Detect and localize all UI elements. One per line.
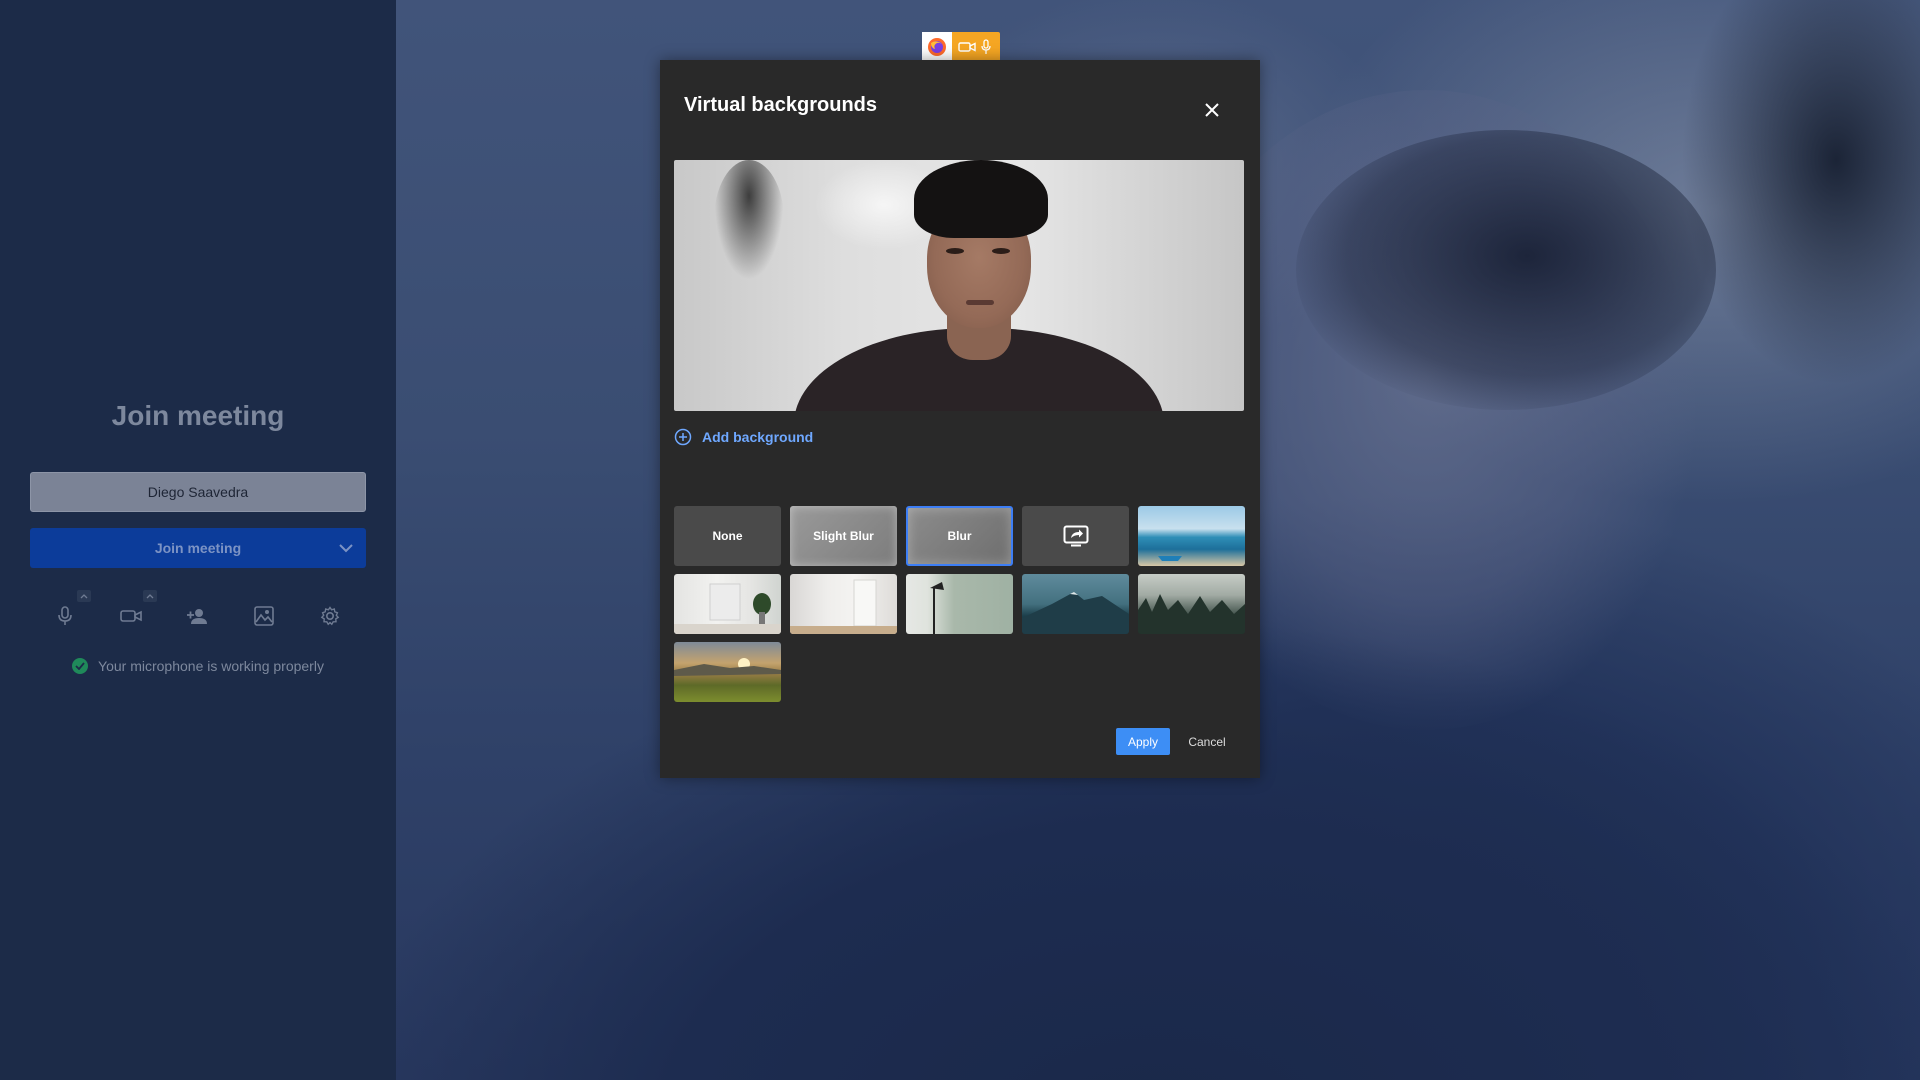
background-option-sunset-meadow[interactable] <box>674 642 781 702</box>
invite-people-button[interactable] <box>177 596 217 636</box>
boat-icon <box>1158 556 1182 561</box>
microphone-icon <box>981 39 991 54</box>
join-title: Join meeting <box>111 400 285 431</box>
preview-person-eye <box>946 248 964 254</box>
invite-person-icon <box>187 609 207 624</box>
preview-person-mouth <box>966 300 994 305</box>
background-option-white-room-plant[interactable] <box>674 574 781 634</box>
dialog-title: Virtual backgrounds <box>684 94 878 116</box>
screen-share-icon <box>1063 525 1088 547</box>
mountain-icon <box>1022 592 1129 634</box>
microphone-options-caret-icon[interactable] <box>77 590 91 602</box>
add-circle-icon <box>674 428 692 446</box>
background-option-slight-blur[interactable]: Slight Blur <box>790 506 897 566</box>
background-option-lamp-green-wall[interactable] <box>906 574 1013 634</box>
room-plant-icon <box>674 583 781 634</box>
blurred-person-hair <box>1296 130 1716 410</box>
cancel-button[interactable]: Cancel <box>1180 728 1234 755</box>
option-label: Blur <box>947 529 972 543</box>
background-option-none[interactable]: None <box>674 506 781 566</box>
sunset-icon <box>674 658 781 676</box>
preview-dark-blob <box>714 160 784 280</box>
display-name-field[interactable]: Diego Saavedra <box>30 472 366 512</box>
room-door-icon <box>790 579 897 634</box>
microphone-status: Your microphone is working properly <box>0 658 396 674</box>
background-option-blur[interactable]: Blur <box>906 506 1013 566</box>
virtual-backgrounds-dialog: Virtual backgrounds Add background None … <box>660 60 1260 778</box>
camera-icon <box>120 610 142 622</box>
lamp-icon <box>930 582 944 634</box>
microphone-icon <box>58 606 72 625</box>
camera-options-caret-icon[interactable] <box>143 590 157 602</box>
camera-button[interactable] <box>111 590 157 636</box>
background-option-misty-forest[interactable] <box>1138 574 1245 634</box>
microphone-button[interactable] <box>45 590 91 636</box>
join-meeting-label: Join meeting <box>154 540 242 556</box>
add-background-button[interactable]: Add background <box>674 428 813 446</box>
background-option-white-room-door[interactable] <box>790 574 897 634</box>
check-icon <box>72 658 89 674</box>
join-options-chevron-icon[interactable] <box>326 528 366 568</box>
microphone-status-text: Your microphone is working properly <box>98 658 324 674</box>
join-panel: Join meeting Diego Saavedra Join meeting <box>0 0 396 1080</box>
settings-button[interactable] <box>310 596 350 636</box>
option-label: Slight Blur <box>813 529 874 543</box>
close-icon <box>1205 103 1219 117</box>
preview-person-eye <box>992 248 1010 254</box>
forest-icon <box>1138 594 1245 634</box>
preview-person-hair <box>914 160 1048 238</box>
apply-button[interactable]: Apply <box>1116 728 1170 755</box>
add-background-label: Add background <box>702 429 814 445</box>
background-option-mountain[interactable] <box>1022 574 1129 634</box>
option-label: None <box>712 529 743 543</box>
camera-icon <box>958 42 976 52</box>
browser-sharing-indicator[interactable] <box>922 32 1000 62</box>
camera-preview <box>674 160 1244 411</box>
join-meeting-button[interactable]: Join meeting <box>30 528 366 568</box>
background-option-beach[interactable] <box>1138 506 1245 566</box>
close-button[interactable] <box>1198 96 1226 124</box>
background-image-icon <box>254 606 274 626</box>
prejoin-toolbar <box>0 590 396 636</box>
firefox-icon <box>922 32 952 62</box>
background-option-screen-share[interactable] <box>1022 506 1129 566</box>
settings-icon <box>320 606 340 626</box>
virtual-background-button[interactable] <box>244 596 284 636</box>
